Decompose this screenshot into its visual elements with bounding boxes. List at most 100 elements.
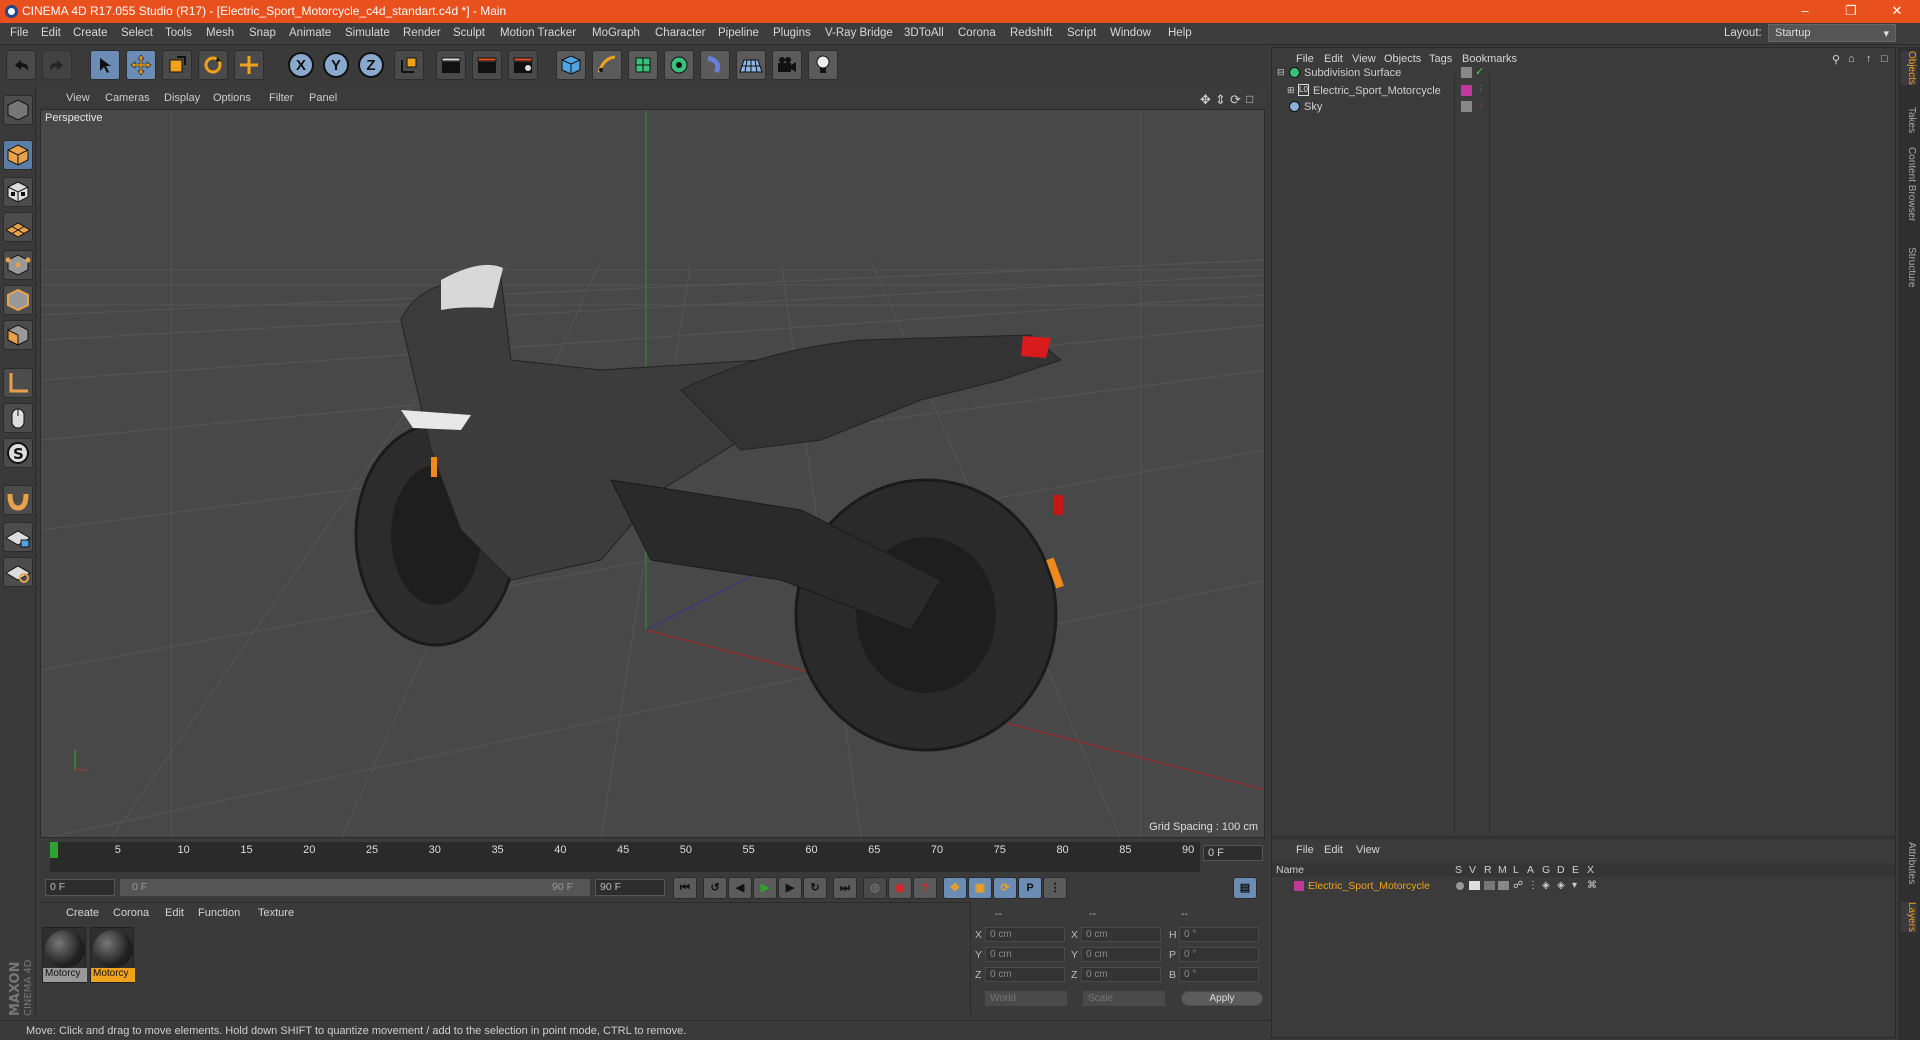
undo-button[interactable]: [6, 50, 36, 80]
menu-motion-tracker[interactable]: Motion Tracker: [500, 27, 576, 39]
tab-objects[interactable]: Objects: [1901, 51, 1917, 85]
viewport-rotate-icon[interactable]: ⟳: [1230, 92, 1241, 108]
material-menu-texture[interactable]: Texture: [258, 907, 294, 919]
planar-workplane-button[interactable]: [3, 557, 33, 587]
timeline-ruler[interactable]: 051015202530354045505560657075808590 0 F: [40, 840, 1265, 874]
visibility-dots-icon[interactable]: ⋮: [1477, 84, 1485, 93]
timeline-track[interactable]: 051015202530354045505560657075808590: [50, 842, 1200, 872]
tab-attributes[interactable]: Attributes: [1901, 842, 1917, 884]
size-y-field[interactable]: 0 cm: [1081, 947, 1161, 962]
pen-spline-button[interactable]: [592, 50, 622, 80]
coordinate-system-button[interactable]: [394, 50, 424, 80]
go-to-start-button[interactable]: ⏮: [673, 877, 697, 899]
x-axis-lock-button[interactable]: X: [288, 52, 314, 78]
manager-icon[interactable]: [1498, 881, 1509, 890]
layer-menu-file[interactable]: File: [1296, 844, 1314, 856]
object-name[interactable]: Sky: [1304, 101, 1322, 113]
menu-animate[interactable]: Animate: [289, 27, 331, 39]
menu-simulate[interactable]: Simulate: [345, 27, 390, 39]
menu-edit[interactable]: Edit: [41, 27, 61, 39]
floor-button[interactable]: [736, 50, 766, 80]
render-to-picture-viewer-button[interactable]: [472, 50, 502, 80]
cloner-button[interactable]: [664, 50, 694, 80]
layer-row[interactable]: Electric_Sport_Motorcycle ☍ ⋮ ◈ ◈ ▾ ⌘: [1272, 879, 1895, 893]
redo-button[interactable]: [42, 50, 72, 80]
edges-mode-button[interactable]: [3, 285, 33, 315]
live-selection-button[interactable]: [90, 50, 120, 80]
viewport-menu-cameras[interactable]: Cameras: [105, 92, 150, 104]
light-button[interactable]: [808, 50, 838, 80]
viewport-maximize-icon[interactable]: □: [1246, 92, 1253, 106]
material-menu-corona[interactable]: Corona: [113, 907, 149, 919]
menu-window[interactable]: Window: [1110, 27, 1151, 39]
menu-render[interactable]: Render: [403, 27, 441, 39]
texture-mode-button[interactable]: [3, 177, 33, 207]
model-mode-button[interactable]: [3, 140, 33, 170]
apply-button[interactable]: Apply: [1181, 991, 1263, 1006]
rotation-p-field[interactable]: 0 °: [1179, 947, 1259, 962]
material-swatch[interactable]: Motorcy: [90, 927, 135, 983]
record-keys-button[interactable]: ◎: [863, 877, 887, 899]
size-mode-select[interactable]: Scale: [1083, 991, 1165, 1006]
position-z-field[interactable]: 0 cm: [985, 967, 1065, 982]
go-to-end-button[interactable]: ⏭: [833, 877, 857, 899]
viewport-menu-display[interactable]: Display: [164, 92, 200, 104]
camera-button[interactable]: [772, 50, 802, 80]
menu-redshift[interactable]: Redshift: [1010, 27, 1052, 39]
key-rotation-button[interactable]: ⟳: [993, 877, 1017, 899]
magnet-button[interactable]: [3, 485, 33, 515]
object-name[interactable]: Subdivision Surface: [1304, 67, 1401, 79]
polygons-mode-button[interactable]: [3, 320, 33, 350]
lock-icon[interactable]: ☍: [1513, 880, 1523, 891]
material-menu-function[interactable]: Function: [198, 907, 240, 919]
deformer-icon[interactable]: ◈: [1557, 880, 1565, 891]
close-button[interactable]: ✕: [1874, 0, 1920, 23]
viewport-menu-filter[interactable]: Filter: [269, 92, 293, 104]
key-position-button[interactable]: ✥: [943, 877, 967, 899]
minimize-button[interactable]: –: [1782, 0, 1828, 23]
layer-menu-view[interactable]: View: [1356, 844, 1380, 856]
menu-corona[interactable]: Corona: [958, 27, 996, 39]
render-settings-button[interactable]: [508, 50, 538, 80]
layer-menu-edit[interactable]: Edit: [1324, 844, 1343, 856]
menu-help[interactable]: Help: [1168, 27, 1192, 39]
viewport-menu-options[interactable]: Options: [213, 92, 251, 104]
key-parameter-button[interactable]: P: [1018, 877, 1042, 899]
position-y-field[interactable]: 0 cm: [985, 947, 1065, 962]
menu-character[interactable]: Character: [655, 27, 706, 39]
menu-mesh[interactable]: Mesh: [206, 27, 234, 39]
rotation-h-field[interactable]: 0 °: [1179, 927, 1259, 942]
recent-tool-button[interactable]: [234, 50, 264, 80]
3d-viewport[interactable]: Perspective Grid Spacing : 100 cm: [40, 109, 1265, 838]
next-frame-button[interactable]: ▶: [778, 877, 802, 899]
start-frame-field[interactable]: 0 F: [45, 879, 115, 896]
menu-select[interactable]: Select: [121, 27, 153, 39]
rotation-b-field[interactable]: 0 °: [1179, 967, 1259, 982]
menu-create[interactable]: Create: [73, 27, 108, 39]
points-mode-button[interactable]: [3, 250, 33, 280]
tab-layers[interactable]: Layers: [1901, 902, 1917, 933]
tab-structure[interactable]: Structure: [1901, 247, 1917, 288]
viewport-zoom-icon[interactable]: ⇕: [1215, 92, 1226, 108]
layer-name[interactable]: Electric_Sport_Motorcycle: [1308, 880, 1430, 892]
animation-icon[interactable]: ⋮: [1528, 880, 1538, 891]
collapse-icon[interactable]: ⊟: [1277, 67, 1285, 78]
subdivision-surface-button[interactable]: [628, 50, 658, 80]
cube-object-button[interactable]: [556, 50, 586, 80]
viewport-menu-panel[interactable]: Panel: [309, 92, 337, 104]
eye-icon[interactable]: [1469, 881, 1480, 890]
expand-icon[interactable]: ⊞: [1287, 85, 1295, 96]
menu-mograph[interactable]: MoGraph: [592, 27, 640, 39]
position-x-field[interactable]: 0 cm: [985, 927, 1065, 942]
key-pla-button[interactable]: ⋮: [1043, 877, 1067, 899]
previous-key-button[interactable]: ↺: [703, 877, 727, 899]
material-menu-edit[interactable]: Edit: [165, 907, 184, 919]
scale-tool-button[interactable]: [162, 50, 192, 80]
size-z-field[interactable]: 0 cm: [1081, 967, 1161, 982]
menu-tools[interactable]: Tools: [165, 27, 192, 39]
menu-3dtoall[interactable]: 3DToAll: [904, 27, 944, 39]
autokey-button[interactable]: ◉: [888, 877, 912, 899]
coord-mode-select[interactable]: World: [985, 991, 1067, 1006]
material-swatch[interactable]: Motorcy: [42, 927, 87, 983]
layout-select[interactable]: Startup ▾: [1768, 24, 1896, 42]
